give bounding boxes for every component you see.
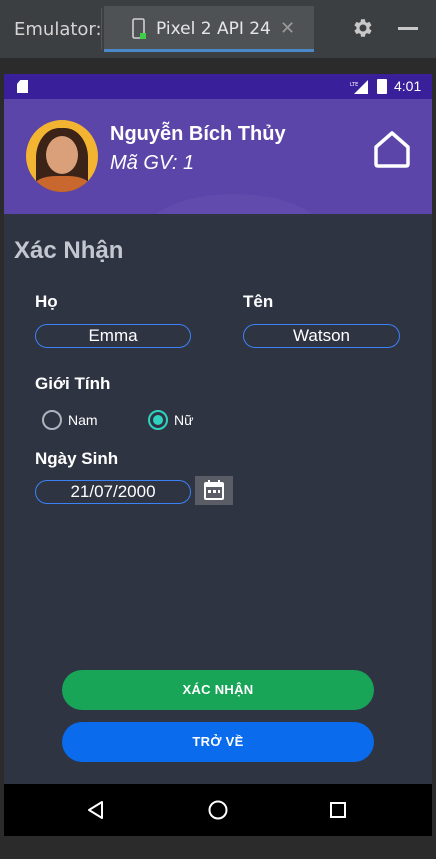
emulator-toolbar: Emulator: Pixel 2 API 24 ✕: [0, 0, 436, 58]
user-id: Mã GV: 1: [110, 152, 195, 174]
back-button[interactable]: TRỞ VỀ: [62, 722, 374, 762]
confirm-button[interactable]: XÁC NHẬN: [62, 670, 374, 710]
last-name-field[interactable]: Emma: [35, 324, 191, 348]
navigation-bar: [4, 784, 432, 836]
device-tab-label: Pixel 2 API 24: [156, 19, 271, 39]
status-bar: LTE 4:01: [4, 74, 432, 99]
recents-nav-icon[interactable]: [326, 798, 350, 822]
radio-female-label: Nữ: [174, 412, 194, 428]
calendar-icon: [204, 480, 224, 500]
profile-header: Nguyễn Bích Thủy Mã GV: 1: [4, 99, 432, 214]
phone-screen: LTE 4:01 Nguyễn Bích Thủy Mã GV: 1 Xác N…: [4, 74, 432, 836]
radio-male[interactable]: [42, 410, 62, 430]
phone-device-icon: [132, 18, 146, 39]
lte-signal-icon: LTE: [350, 80, 368, 94]
first-name-label: Tên: [243, 292, 274, 311]
home-icon[interactable]: [372, 130, 412, 168]
dob-label: Ngày Sinh: [35, 449, 119, 468]
minimize-icon[interactable]: [398, 27, 418, 30]
gender-label: Giới Tính: [35, 374, 111, 393]
emulator-bottom-edge: [0, 836, 436, 859]
user-name: Nguyễn Bích Thủy: [110, 123, 286, 145]
home-nav-icon[interactable]: [206, 798, 230, 822]
sd-card-icon: [17, 80, 28, 93]
radio-female[interactable]: [148, 410, 168, 430]
date-picker-button[interactable]: [195, 476, 233, 505]
network-type: LTE: [350, 82, 358, 88]
avatar: [26, 120, 98, 192]
last-name-label: Họ: [35, 292, 58, 311]
page-title: Xác Nhận: [14, 237, 124, 264]
device-tab[interactable]: Pixel 2 API 24 ✕: [104, 6, 314, 52]
radio-male-label: Nam: [68, 412, 98, 428]
battery-icon: [377, 79, 387, 94]
settings-icon[interactable]: [350, 16, 374, 40]
back-nav-icon[interactable]: [84, 798, 108, 822]
first-name-field[interactable]: Watson: [243, 324, 400, 348]
header-decoration: [144, 194, 324, 214]
toolbar-divider: [101, 8, 102, 50]
emulator-label: Emulator:: [14, 19, 102, 40]
close-tab-icon[interactable]: ✕: [280, 18, 295, 39]
clock: 4:01: [394, 78, 422, 94]
dob-field[interactable]: 21/07/2000: [35, 480, 191, 504]
